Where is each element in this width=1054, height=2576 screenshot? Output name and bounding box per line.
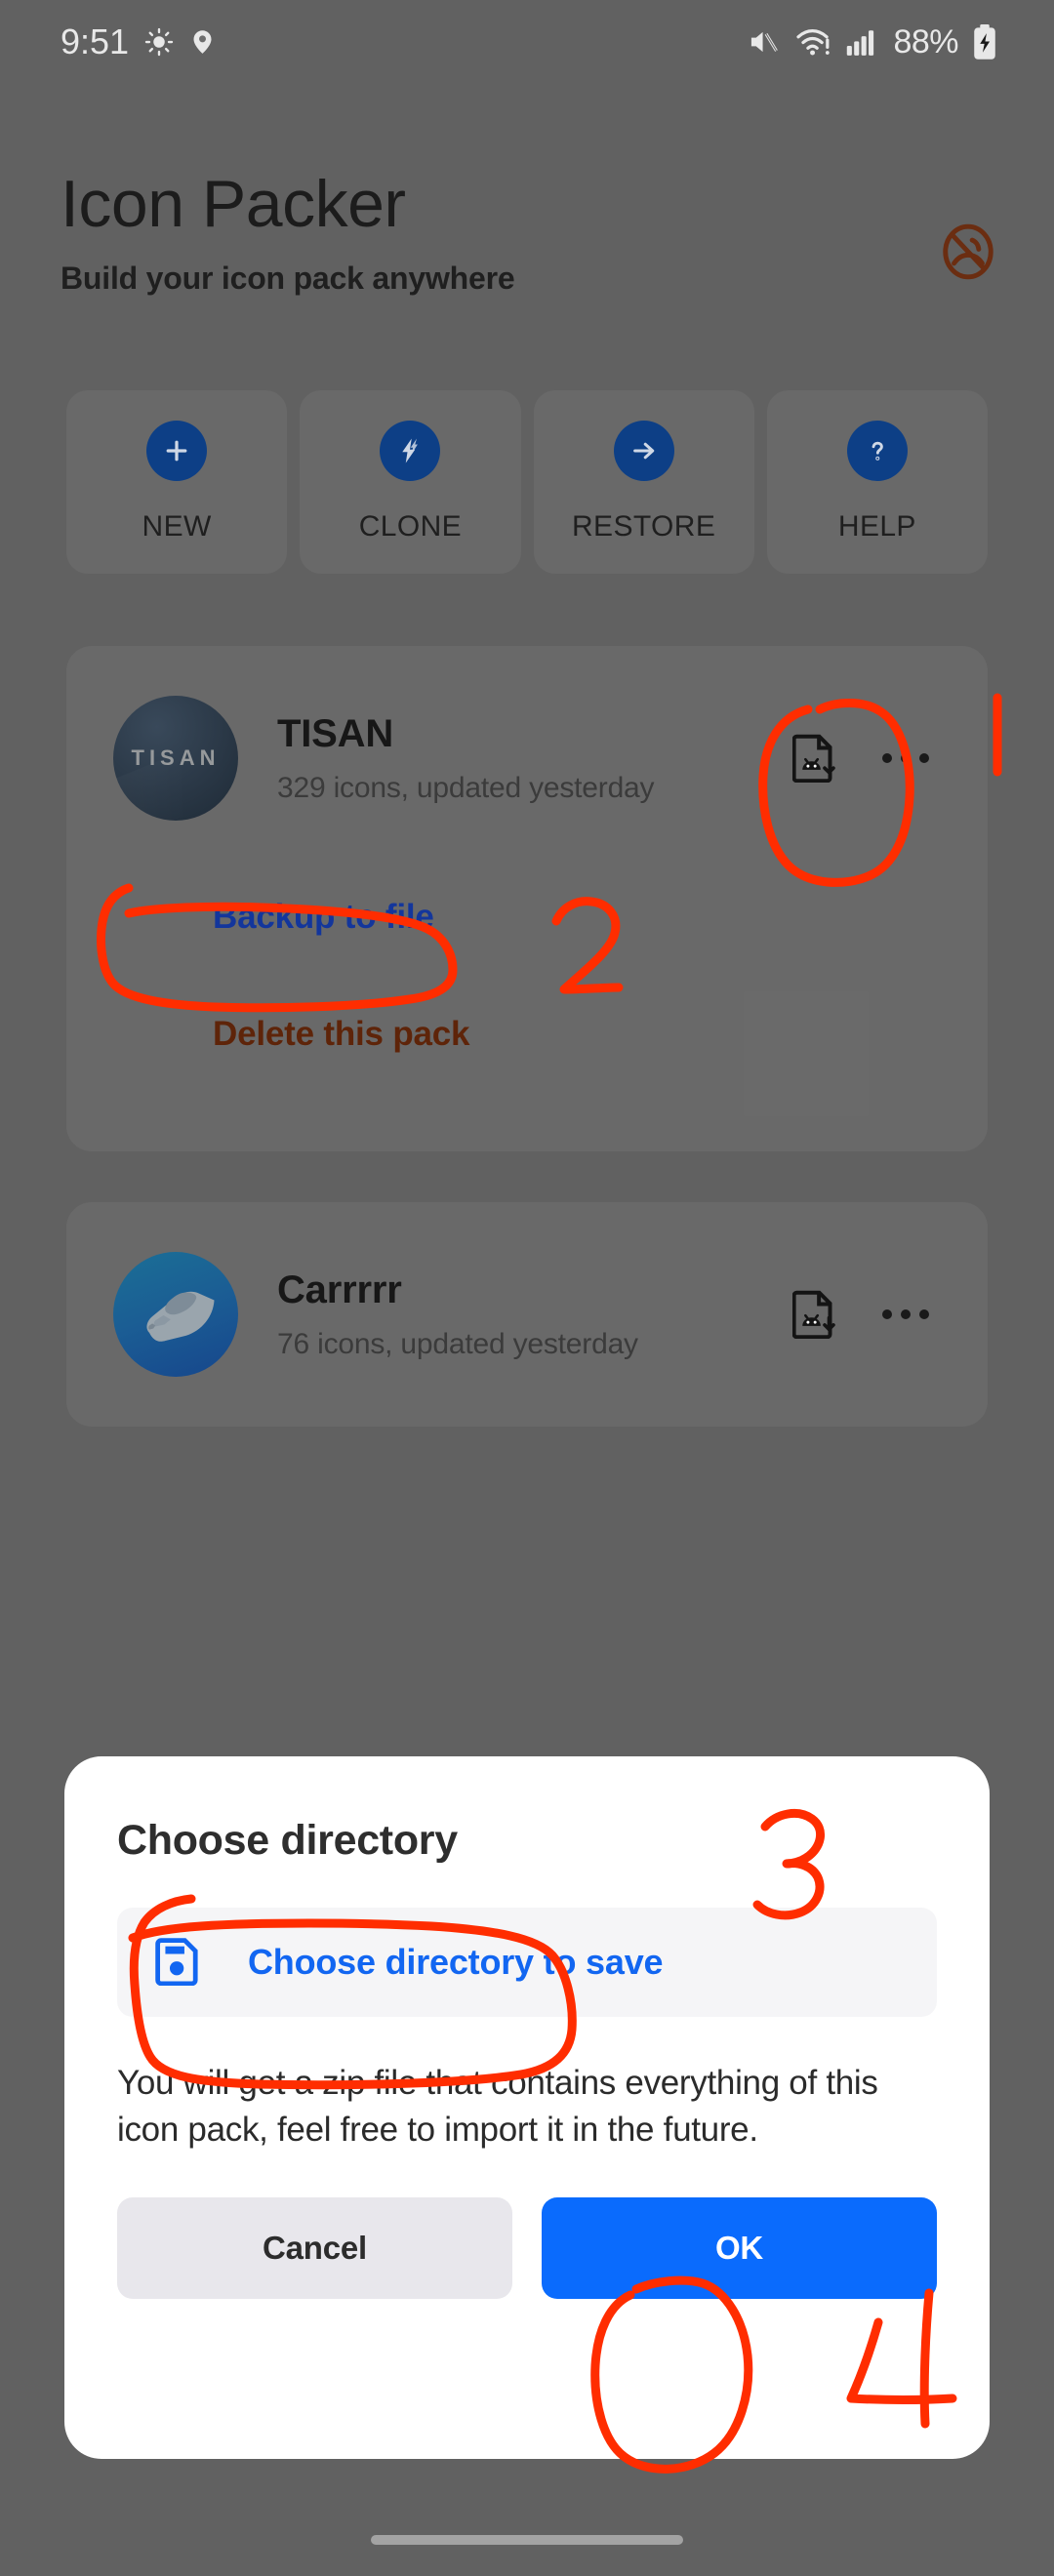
pack-info: TISAN 329 icons, updated yesterday	[277, 712, 792, 805]
cancel-button[interactable]: Cancel	[117, 2196, 512, 2299]
battery-charging-icon	[972, 23, 997, 60]
pack-header[interactable]: TISAN TISAN 329 icons, updated yesterday	[66, 646, 988, 870]
action-help-button[interactable]: HELP	[766, 390, 988, 574]
wifi-warning-icon	[795, 26, 832, 58]
brightness-icon	[144, 27, 174, 57]
status-bar-clock: 9:51	[61, 21, 130, 61]
app-header: Icon Packer Build your icon pack anywher…	[0, 171, 1054, 297]
home-gesture-pill[interactable]	[371, 2535, 683, 2545]
apk-file-icon[interactable]	[792, 734, 837, 783]
dot	[919, 1309, 929, 1319]
choose-directory-label: Choose directory to save	[248, 1942, 664, 1982]
phone-screen: 9:51 88% Icon Packer Build your icon pac…	[0, 0, 1054, 2576]
status-bar-right: 88%	[747, 23, 997, 61]
pack-meta: 76 icons, updated yesterday	[277, 1327, 638, 1360]
arrow-right-icon	[613, 421, 674, 481]
ok-button[interactable]: OK	[542, 2196, 937, 2299]
dot	[901, 753, 911, 763]
status-bar: 9:51 88%	[0, 0, 1054, 84]
dialog-title: Choose directory	[117, 1817, 458, 1864]
question-mark-icon	[846, 421, 908, 481]
choose-directory-button[interactable]: Choose directory to save	[117, 1908, 937, 2017]
pack-name: TISAN	[277, 711, 394, 755]
action-new-button[interactable]: NEW	[66, 390, 288, 574]
menu-item-delete-pack[interactable]: Delete this pack	[66, 976, 988, 1093]
pack-header[interactable]: Carrrrr 76 icons, updated yesterday	[66, 1202, 988, 1427]
no-ads-icon[interactable]	[931, 215, 1005, 289]
pack-card-tisan[interactable]: TISAN TISAN 329 icons, updated yesterday	[66, 646, 988, 1151]
page-title: Icon Packer	[61, 167, 406, 241]
dialog-button-row: Cancel OK	[117, 2196, 937, 2299]
lightning-icon	[380, 421, 441, 481]
page-subtitle: Build your icon pack anywhere	[61, 261, 515, 296]
pack-info: Carrrrr 76 icons, updated yesterday	[277, 1268, 792, 1361]
train-icon	[146, 1291, 215, 1342]
more-options-icon[interactable]	[878, 1287, 933, 1342]
plus-icon	[146, 421, 208, 481]
pack-actions	[792, 1287, 943, 1342]
choose-directory-dialog: Choose directory Choose directory to sav…	[64, 1756, 990, 2459]
save-floppy-icon	[152, 1935, 203, 1991]
dot	[919, 753, 929, 763]
pack-logo-tisan: TISAN	[113, 696, 238, 821]
quick-actions-row: NEW CLONE RESTORE HELP	[0, 390, 1054, 574]
pack-name: Carrrrr	[277, 1268, 402, 1311]
status-bar-left: 9:51	[61, 21, 216, 62]
dot	[901, 1309, 911, 1319]
action-label: NEW	[142, 510, 212, 543]
action-label: CLONE	[358, 510, 463, 543]
more-options-icon[interactable]	[878, 731, 933, 785]
action-restore-button[interactable]: RESTORE	[533, 390, 754, 574]
signal-icon	[846, 26, 879, 58]
dot	[882, 1309, 892, 1319]
pack-meta: 329 icons, updated yesterday	[277, 771, 655, 804]
action-label: HELP	[837, 510, 916, 543]
action-label: RESTORE	[571, 510, 716, 543]
mute-icon	[747, 26, 782, 58]
apk-file-download-icon[interactable]	[792, 1290, 837, 1339]
pack-actions	[792, 731, 943, 785]
action-clone-button[interactable]: CLONE	[300, 390, 521, 574]
system-nav-bar	[0, 2504, 1054, 2576]
battery-percent-label: 88%	[893, 22, 958, 60]
pack-logo-carrrrr	[113, 1252, 238, 1377]
dialog-body-text: You will get a zip file that contains ev…	[117, 2064, 878, 2150]
pack-card-carrrrr[interactable]: Carrrrr 76 icons, updated yesterday	[66, 1202, 988, 1427]
menu-item-backup-to-file[interactable]: Backup to file	[66, 859, 988, 976]
location-icon	[189, 27, 216, 57]
dot	[882, 753, 892, 763]
